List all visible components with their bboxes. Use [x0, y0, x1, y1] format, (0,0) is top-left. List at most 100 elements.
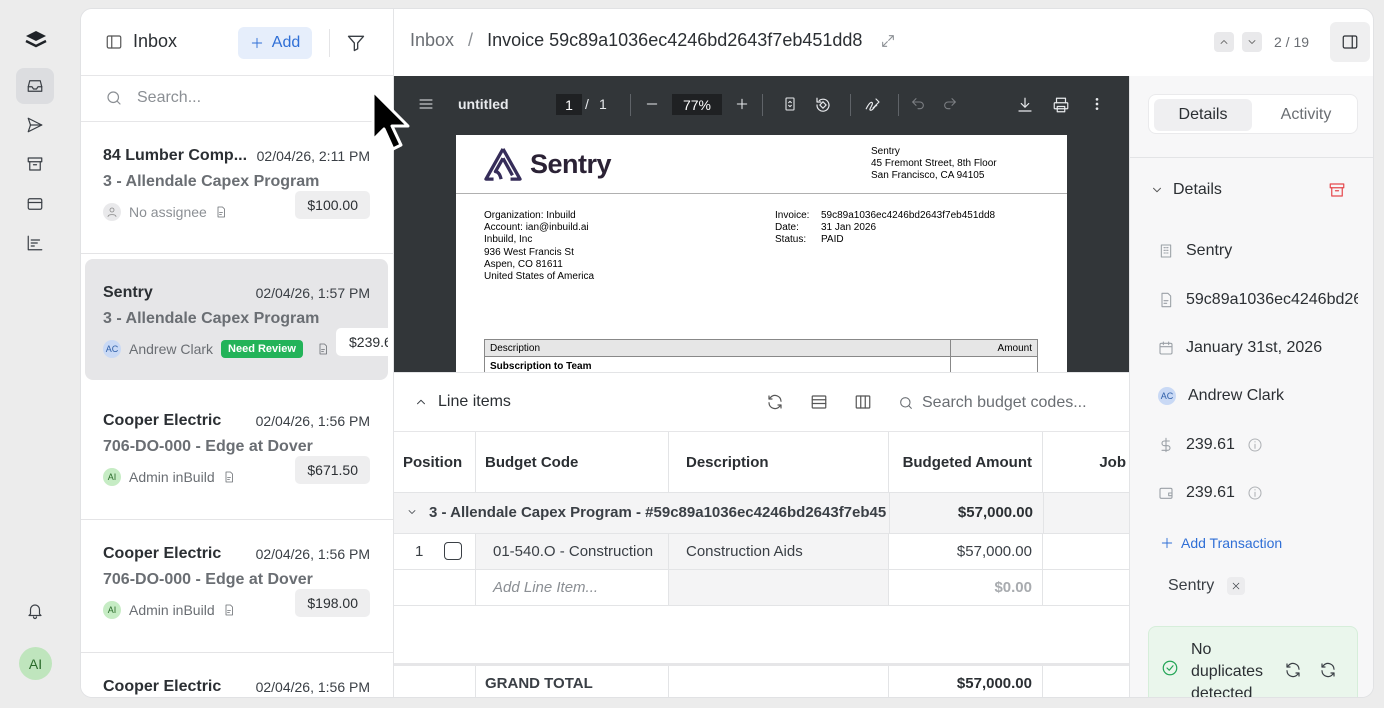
item-date: 02/04/26, 1:56 PM	[255, 413, 370, 429]
inbox-item[interactable]: Cooper Electric 02/04/26, 1:56 PM	[85, 653, 388, 697]
user-avatar[interactable]: AI	[19, 647, 52, 680]
column-header-job[interactable]: Job	[1043, 432, 1129, 492]
rows-icon[interactable]	[810, 393, 828, 411]
redo-icon[interactable]	[942, 96, 958, 112]
column-header-budgeted-amount[interactable]: Budgeted Amount	[889, 432, 1043, 492]
previous-button[interactable]	[1214, 32, 1234, 52]
detail-assignee[interactable]: AC Andrew Clark	[1158, 387, 1284, 405]
meta-label: Status:	[775, 234, 807, 246]
next-button[interactable]	[1242, 32, 1262, 52]
group-row[interactable]: 3 - Allendale Capex Program - #59c89a103…	[394, 493, 1129, 533]
sidebar-toggle-icon[interactable]	[105, 33, 123, 51]
zoom-input[interactable]: 77%	[672, 94, 722, 115]
add-button[interactable]: Add	[238, 27, 312, 59]
line-items-title[interactable]: Line items	[438, 393, 511, 411]
tab-details[interactable]: Details	[1154, 99, 1252, 131]
columns-icon[interactable]	[854, 393, 872, 411]
breadcrumb-separator: /	[468, 30, 474, 50]
expand-icon[interactable]	[880, 33, 896, 49]
undo-icon[interactable]	[910, 96, 926, 112]
invoice-brand: Sentry	[530, 148, 612, 179]
filter-icon[interactable]	[346, 33, 366, 53]
more-icon[interactable]	[1089, 96, 1105, 112]
item-date: 02/04/26, 1:56 PM	[255, 546, 370, 562]
divider	[1043, 493, 1044, 533]
assignee-avatar: AI	[103, 601, 121, 619]
budget-search[interactable]: Search budget codes...	[898, 394, 1087, 412]
send-icon[interactable]	[16, 107, 54, 143]
budget-search-input[interactable]: Search budget codes...	[922, 394, 1087, 412]
column-header-description[interactable]: Description	[669, 432, 889, 492]
detail-invoice-number[interactable]: 59c89a1036ec4246bd2643f7eb451dd8	[1158, 291, 1358, 309]
inbox-item[interactable]: 84 Lumber Comp... 02/04/26, 2:11 PM 3 - …	[85, 122, 388, 243]
zoom-out-icon[interactable]	[644, 96, 660, 112]
invoice-number-value: 59c89a1036ec4246bd2643f7eb451dd8	[1186, 291, 1358, 308]
add-line-item-button[interactable]: Add Line Item...	[476, 570, 669, 605]
archive-icon[interactable]	[16, 146, 54, 182]
recheck-icon[interactable]	[1284, 661, 1302, 679]
card-icon[interactable]	[16, 186, 54, 222]
check-circle-icon	[1161, 659, 1179, 677]
zoom-in-icon[interactable]	[734, 96, 750, 112]
download-icon[interactable]	[1016, 96, 1034, 114]
details-panel: Details Activity Details Sentry 59c89a10…	[1129, 76, 1373, 697]
column-header-position[interactable]: Position	[394, 432, 476, 492]
chevron-down-icon[interactable]	[1150, 183, 1164, 197]
detail-tabs: Details Activity	[1148, 94, 1358, 134]
chart-icon[interactable]	[16, 225, 54, 261]
document-icon	[215, 205, 227, 219]
page-separator: /	[585, 96, 589, 112]
remove-tag-button[interactable]	[1227, 577, 1245, 595]
search-icon	[900, 397, 912, 409]
refresh-icon[interactable]	[766, 393, 784, 411]
inbox-item[interactable]: Cooper Electric 02/04/26, 1:56 PM 706-DO…	[85, 520, 388, 641]
pdf-filename: untitled	[458, 96, 509, 112]
row-checkbox[interactable]	[444, 542, 462, 560]
chevron-down-icon[interactable]	[406, 506, 418, 518]
line-items-header: Line items Search budget codes...	[394, 373, 1129, 432]
inbox-title-label: Inbox	[133, 31, 178, 51]
add-transaction-button[interactable]: Add Transaction	[1160, 535, 1282, 551]
detail-vendor[interactable]: Sentry	[1158, 242, 1232, 260]
inbox-header: Inbox Add	[81, 9, 393, 76]
bell-icon[interactable]	[16, 593, 54, 629]
detail-tax[interactable]: 239.61	[1158, 484, 1263, 502]
logo-icon[interactable]	[24, 30, 48, 50]
chevron-up-icon[interactable]	[414, 395, 428, 409]
sentry-logo: Sentry	[484, 147, 612, 181]
fit-page-icon[interactable]	[782, 96, 798, 112]
inbox-item[interactable]: Cooper Electric 02/04/26, 1:56 PM 706-DO…	[85, 387, 388, 508]
row-budget-code[interactable]: 01-540.O - Construction	[476, 534, 669, 569]
inbox-icon[interactable]	[16, 68, 54, 104]
details-section-title[interactable]: Details	[1173, 181, 1222, 199]
breadcrumb-inbox[interactable]: Inbox	[410, 30, 454, 51]
document-icon	[223, 603, 235, 617]
info-icon[interactable]	[1247, 485, 1263, 501]
assignee-value: Andrew Clark	[1188, 387, 1285, 404]
document-icon	[223, 470, 235, 484]
archive-icon[interactable]	[1328, 181, 1346, 199]
rotate-icon[interactable]	[814, 96, 832, 114]
column-header-budget-code[interactable]: Budget Code	[476, 432, 669, 492]
row-amount[interactable]: $57,000.00	[889, 534, 1043, 569]
divider	[630, 94, 631, 116]
panel-toggle-button[interactable]	[1330, 22, 1370, 62]
invoice-table: Description Amount Subscription to Team	[484, 339, 1038, 372]
refresh-icon[interactable]	[1319, 661, 1337, 679]
inbox-item-selected[interactable]: Sentry 02/04/26, 1:57 PM 3 - Allendale C…	[85, 259, 388, 380]
tab-activity[interactable]: Activity	[1257, 99, 1355, 131]
page-input[interactable]: 1	[556, 94, 582, 115]
item-date: 02/04/26, 1:56 PM	[255, 679, 370, 695]
info-icon[interactable]	[1247, 437, 1263, 453]
menu-icon[interactable]	[418, 96, 434, 112]
detail-amount[interactable]: 239.61	[1158, 436, 1263, 454]
inbox-search[interactable]: Search...	[81, 76, 393, 122]
print-icon[interactable]	[1052, 96, 1070, 114]
row-description[interactable]: Construction Aids	[669, 534, 889, 569]
search-input[interactable]: Search...	[137, 89, 201, 107]
page-total: 1	[599, 96, 607, 112]
detail-date[interactable]: January 31st, 2026	[1158, 339, 1322, 357]
annotate-icon[interactable]	[864, 96, 882, 114]
plus-icon	[1161, 537, 1173, 549]
divider	[898, 94, 899, 116]
